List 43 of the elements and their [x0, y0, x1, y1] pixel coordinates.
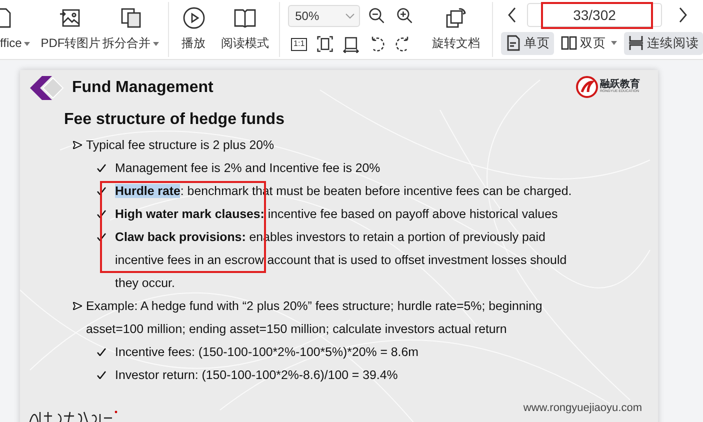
zoom-select[interactable]: 50%: [288, 5, 360, 27]
check-icon: [97, 233, 106, 241]
arrow-bullet-icon: [73, 141, 82, 149]
caret-icon: [24, 42, 30, 46]
caret-icon: [611, 41, 617, 46]
bullet-text: Typical fee structure is 2 plus 20%: [86, 137, 276, 154]
chevron-right-icon: [679, 7, 687, 23]
continuous-scroll-icon: [628, 35, 644, 52]
document-icon: [0, 6, 11, 30]
split-merge-icon: [118, 6, 143, 30]
bullet-text: High water mark clauses: incentive fee based on payoff above historical values: [115, 206, 559, 223]
bullet-text: Example: A hedge fund with “2 plus 20%” fees structure; hurdle rate=5%; beginning asset=100 million; ending asset=150 million; calculate investors actual return: [86, 298, 544, 338]
bullet-text: Management fee is 2% and Incentive fee is 20%: [115, 160, 382, 177]
page-number-field[interactable]: 33/302: [527, 3, 662, 27]
double-page-icon: [561, 35, 577, 52]
actual-size-button[interactable]: 1:1: [291, 38, 308, 50]
check-icon: [97, 187, 106, 195]
check-icon: [97, 210, 106, 218]
view-mode-tab[interactable]: 双页: [557, 32, 621, 55]
toolbar-button[interactable]: 拆分合并: [100, 0, 160, 59]
view-mode-tab[interactable]: 单页: [501, 32, 554, 55]
toolbar-button[interactable]: 播放: [177, 0, 210, 59]
rotate-document-button[interactable]: 旋转文档: [428, 0, 484, 59]
view-mode-tab[interactable]: 连续阅读: [624, 32, 703, 55]
arrow-bullet-icon: [73, 302, 82, 310]
play-icon: [182, 6, 206, 30]
bullet-text: Investor return: (150-100-100*2%-8.6)/100 = 39.4%: [115, 367, 399, 384]
check-icon: [97, 164, 106, 172]
single-page-icon: [505, 35, 521, 52]
check-icon: [97, 371, 106, 379]
chevron-down-icon: [345, 12, 356, 20]
toolbar-button[interactable]: ffice: [0, 0, 31, 59]
slide-heading: Fund Management: [72, 78, 214, 98]
chevron-left-icon: [508, 7, 516, 23]
toolbar-button[interactable]: PDF转图片: [40, 0, 101, 59]
bullet-text: Incentive fees: (150-100-100*2%-100*5%)*20% = 8.6m: [115, 344, 420, 361]
slide-title: Fee structure of hedge funds: [64, 110, 286, 130]
toolbar-button[interactable]: 阅读模式: [218, 0, 272, 59]
caret-icon: [152, 42, 159, 46]
rotate-pages-icon: [444, 6, 468, 30]
brand-name: 融跃教育: [600, 80, 640, 90]
website-url: www.rongyuejiaoyu.com: [523, 400, 642, 416]
check-icon: [97, 348, 106, 356]
